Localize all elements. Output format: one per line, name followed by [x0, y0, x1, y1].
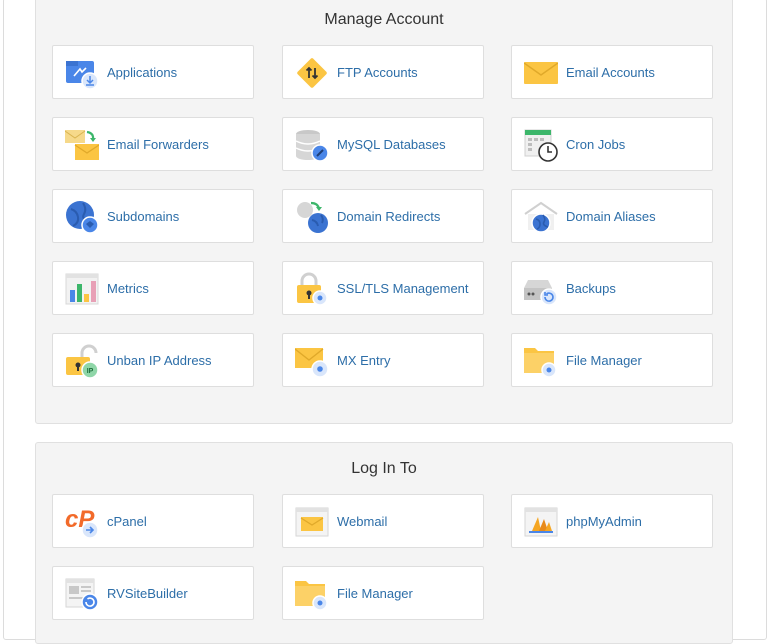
- folder-icon: [295, 577, 329, 611]
- domain-redirects-icon: [295, 200, 329, 234]
- phpmyadmin-icon: [524, 505, 558, 539]
- email-forwarders-tile[interactable]: Email Forwarders: [52, 117, 254, 171]
- domain-aliases-tile[interactable]: Domain Aliases: [511, 189, 713, 243]
- mysql-databases-icon: [295, 128, 329, 162]
- ssl-tls-management-label: SSL/TLS Management: [337, 281, 469, 296]
- webmail-icon: [295, 505, 329, 539]
- metrics-tile[interactable]: Metrics: [52, 261, 254, 315]
- manage-account-title: Manage Account: [324, 11, 444, 28]
- login-file-manager-label: File Manager: [337, 586, 413, 601]
- mx-entry-label: MX Entry: [337, 353, 391, 368]
- manage-account-panel: Manage Account Applications FTP Accounts…: [35, 0, 733, 424]
- email-accounts-tile[interactable]: Email Accounts: [511, 45, 713, 99]
- cpanel-label: cPanel: [107, 514, 147, 529]
- email-accounts-label: Email Accounts: [566, 65, 655, 80]
- cron-jobs-icon: [524, 128, 558, 162]
- unban-ip-address-icon: IP: [65, 344, 99, 378]
- webmail-tile[interactable]: Webmail: [282, 494, 484, 548]
- log-in-to-title: Log In To: [351, 460, 417, 477]
- unban-ip-address-label: Unban IP Address: [107, 353, 212, 368]
- mysql-databases-tile[interactable]: MySQL Databases: [282, 117, 484, 171]
- applications-icon: [65, 56, 99, 90]
- domain-aliases-icon: [524, 200, 558, 234]
- phpmyadmin-tile[interactable]: phpMyAdmin: [511, 494, 713, 548]
- cron-jobs-tile[interactable]: Cron Jobs: [511, 117, 713, 171]
- rvsitebuilder-icon: [65, 577, 99, 611]
- metrics-icon: [65, 272, 99, 306]
- subdomains-tile[interactable]: Subdomains: [52, 189, 254, 243]
- svg-text:IP: IP: [87, 368, 94, 375]
- rvsitebuilder-tile[interactable]: RVSiteBuilder: [52, 566, 254, 620]
- rvsitebuilder-label: RVSiteBuilder: [107, 586, 188, 601]
- subdomains-icon: [65, 200, 99, 234]
- file-manager-tile[interactable]: File Manager: [511, 333, 713, 387]
- backups-label: Backups: [566, 281, 616, 296]
- ftp-accounts-icon: [295, 56, 329, 90]
- mx-entry-tile[interactable]: MX Entry: [282, 333, 484, 387]
- email-accounts-icon: [524, 56, 558, 90]
- unban-ip-address-tile[interactable]: IP Unban IP Address: [52, 333, 254, 387]
- ssl-tls-management-tile[interactable]: SSL/TLS Management: [282, 261, 484, 315]
- folder-icon: [524, 344, 558, 378]
- webmail-label: Webmail: [337, 514, 388, 529]
- ssl-tls-management-icon: [295, 272, 329, 306]
- file-manager-label: File Manager: [566, 353, 642, 368]
- backups-icon: [524, 272, 558, 306]
- cpanel-icon: cP: [65, 505, 99, 539]
- ftp-accounts-tile[interactable]: FTP Accounts: [282, 45, 484, 99]
- cron-jobs-label: Cron Jobs: [566, 137, 626, 152]
- email-forwarders-label: Email Forwarders: [107, 137, 209, 152]
- applications-label: Applications: [107, 65, 178, 80]
- email-forwarders-icon: [65, 128, 99, 162]
- backups-tile[interactable]: Backups: [511, 261, 713, 315]
- mx-entry-icon: [295, 344, 329, 378]
- metrics-label: Metrics: [107, 281, 149, 296]
- cpanel-tile[interactable]: cP cPanel: [52, 494, 254, 548]
- mysql-databases-label: MySQL Databases: [337, 137, 446, 152]
- domain-aliases-label: Domain Aliases: [566, 209, 656, 224]
- log-in-to-panel: Log In To cP cPanel Webmail phpMyAdmin R…: [35, 442, 733, 644]
- phpmyadmin-label: phpMyAdmin: [566, 514, 642, 529]
- subdomains-label: Subdomains: [107, 209, 180, 224]
- login-file-manager-tile[interactable]: File Manager: [282, 566, 484, 620]
- applications-tile[interactable]: Applications: [52, 45, 254, 99]
- domain-redirects-label: Domain Redirects: [337, 209, 441, 224]
- ftp-accounts-label: FTP Accounts: [337, 65, 418, 80]
- domain-redirects-tile[interactable]: Domain Redirects: [282, 189, 484, 243]
